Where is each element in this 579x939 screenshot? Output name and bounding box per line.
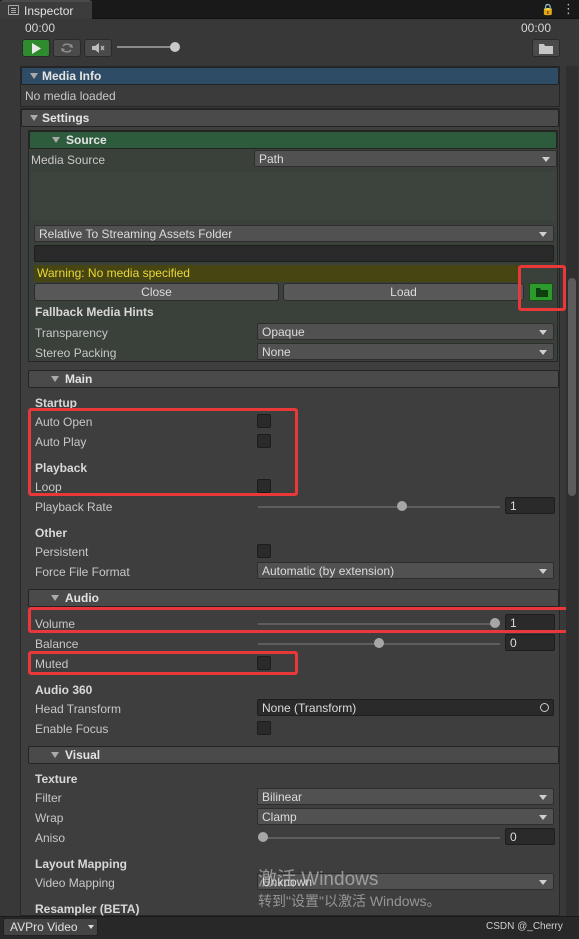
expand-arrow-icon (51, 376, 59, 382)
expand-arrow-icon (30, 73, 38, 79)
chevron-down-icon (539, 232, 547, 237)
balance-knob[interactable] (374, 638, 384, 648)
tab-inspector[interactable]: Inspector (0, 0, 92, 19)
visual-header[interactable]: Visual (28, 746, 559, 764)
aniso-input[interactable]: 0 (505, 828, 555, 845)
visual-title: Visual (65, 748, 101, 762)
chevron-down-icon (542, 157, 550, 162)
mute-button[interactable] (84, 39, 112, 57)
head-transform-field[interactable]: None (Transform) (257, 699, 554, 716)
chevron-down-icon (539, 569, 547, 574)
audio-header[interactable]: Audio (28, 589, 559, 607)
menu-icon[interactable]: ⋮ (562, 1, 575, 17)
stereo-label: Stereo Packing (35, 346, 117, 360)
audio-title: Audio (65, 591, 99, 605)
media-status: No media loaded (25, 89, 116, 103)
main-header[interactable]: Main (28, 370, 559, 388)
load-button[interactable]: Load (283, 283, 524, 301)
media-info-header[interactable]: Media Info (21, 67, 559, 85)
highlight-volume (28, 607, 569, 633)
persistent-label: Persistent (35, 545, 89, 559)
play-icon (32, 42, 41, 54)
persistent-checkbox[interactable] (257, 544, 271, 558)
close-button[interactable]: Close (34, 283, 279, 301)
media-source-dropdown[interactable]: Path (254, 150, 557, 167)
balance-label: Balance (35, 637, 79, 651)
watermark-line2: 转到"设置"以激活 Windows。 (258, 893, 441, 909)
path-input[interactable] (34, 245, 554, 262)
texture-title: Texture (35, 772, 78, 786)
lock-icon[interactable]: 🔒 (541, 3, 555, 16)
aniso-label: Aniso (35, 831, 66, 845)
mute-icon (92, 43, 105, 53)
chevron-down-icon (539, 350, 547, 355)
transparency-label: Transparency (35, 326, 108, 340)
wrap-label: Wrap (35, 811, 64, 825)
folder-icon (539, 43, 553, 54)
expand-arrow-icon (30, 115, 38, 121)
highlight-startup (28, 408, 298, 496)
tab-title: Inspector (24, 4, 74, 18)
fallback-title: Fallback Media Hints (35, 305, 154, 319)
filter-dropdown[interactable]: Bilinear (257, 788, 554, 805)
stereo-dropdown[interactable]: None (257, 343, 554, 360)
warning-box: Warning: No media specified (34, 265, 519, 282)
browse-folder-button[interactable] (529, 283, 553, 301)
source-title: Source (66, 133, 107, 147)
time-current: 00:00 (25, 21, 56, 35)
other-title: Other (35, 526, 68, 540)
expand-arrow-icon (51, 752, 59, 758)
scrollbar-thumb[interactable] (568, 278, 576, 496)
inspector-icon (8, 5, 19, 15)
volume-mini-knob[interactable] (170, 42, 180, 52)
highlight-muted (28, 651, 298, 675)
chevron-down-icon (539, 815, 547, 820)
chevron-down-icon (539, 795, 547, 800)
folder-button[interactable] (532, 39, 560, 57)
volume-mini-track[interactable] (117, 46, 175, 48)
loop-icon (61, 43, 73, 53)
resampler-title: Resampler (BETA) (35, 902, 140, 916)
transparency-dropdown[interactable]: Opaque (257, 323, 554, 340)
force-format-dropdown[interactable]: Automatic (by extension) (257, 562, 554, 579)
warning-text: Warning: No media specified (37, 266, 190, 280)
settings-header[interactable]: Settings (21, 109, 559, 127)
source-header[interactable]: Source (29, 131, 557, 149)
play-button[interactable] (22, 39, 50, 57)
balance-input[interactable]: 0 (505, 634, 555, 651)
filter-label: Filter (35, 791, 62, 805)
aniso-track[interactable] (258, 837, 500, 839)
expand-arrow-icon (52, 137, 60, 143)
video-mapping-label: Video Mapping (35, 876, 115, 890)
playback-rate-track[interactable] (258, 506, 500, 508)
playback-rate-input[interactable]: 1 (505, 497, 555, 514)
chevron-down-icon (539, 330, 547, 335)
wrap-dropdown[interactable]: Clamp (257, 808, 554, 825)
folder-icon (536, 288, 548, 297)
main-title: Main (65, 372, 93, 386)
head-transform-label: Head Transform (35, 702, 122, 716)
loop-button[interactable] (53, 39, 81, 57)
media-info-title: Media Info (42, 69, 102, 83)
audio360-title: Audio 360 (35, 683, 93, 697)
component-dropdown[interactable]: AVPro Video (3, 918, 98, 936)
path-location-dropdown[interactable]: Relative To Streaming Assets Folder (34, 225, 554, 242)
aniso-knob[interactable] (258, 832, 268, 842)
media-source-label: Media Source (31, 153, 106, 167)
enable-focus-checkbox[interactable] (257, 721, 271, 735)
object-picker-icon[interactable] (540, 703, 549, 712)
watermark-line1: 激活 Windows (258, 869, 379, 890)
credit-text: CSDN @_Cherry (486, 921, 563, 932)
settings-title: Settings (42, 111, 90, 125)
expand-arrow-icon (51, 595, 59, 601)
layout-mapping-title: Layout Mapping (35, 857, 127, 871)
force-format-label: Force File Format (35, 565, 130, 579)
enable-focus-label: Enable Focus (35, 722, 109, 736)
chevron-down-icon (88, 925, 94, 929)
chevron-down-icon (539, 880, 547, 885)
playback-rate-label: Playback Rate (35, 500, 113, 514)
media-reference-area (31, 172, 555, 220)
time-duration: 00:00 (521, 21, 552, 35)
